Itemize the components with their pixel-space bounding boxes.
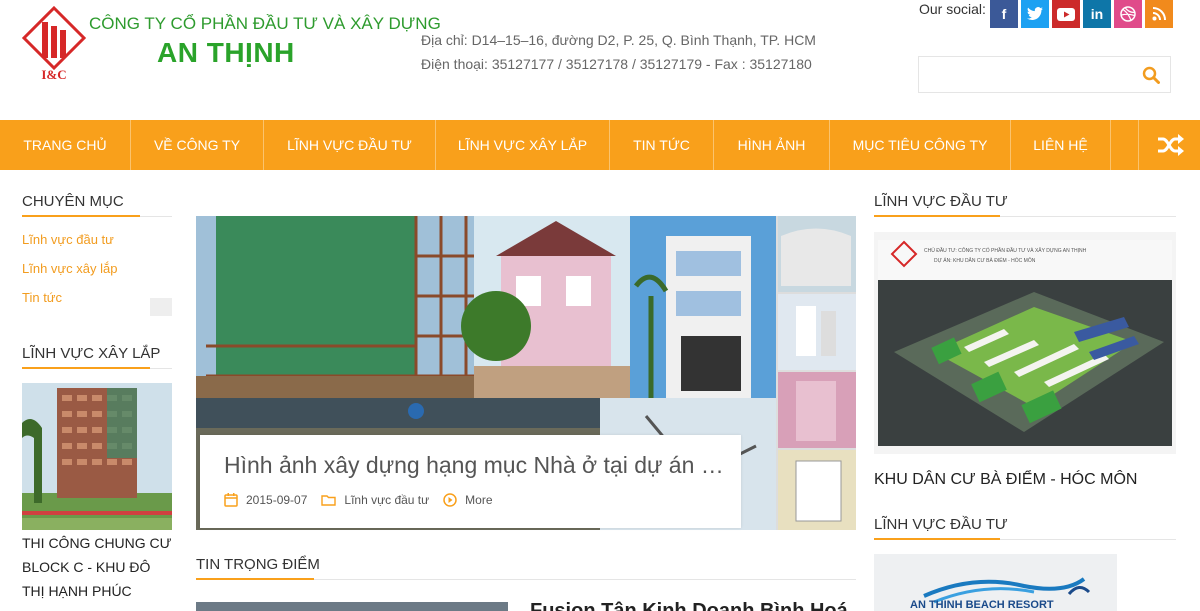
project-image-sub: DỰ ÁN: KHU DÂN CƯ BÀ ĐIỂM - HÓC MÔN xyxy=(934,257,1036,264)
search-input[interactable] xyxy=(919,57,1129,92)
post-meta: 2015-09-07 Lĩnh vực đầu tư More xyxy=(224,493,507,507)
slider-post-title[interactable]: Hình ảnh xây dựng hạng mục Nhà ở tại dự … xyxy=(224,452,724,479)
nav-item-linh-vuc-dau-tu[interactable]: Lĩnh vực đầu tư xyxy=(264,120,436,170)
site-header: I&C CÔNG TY CỔ PHẦN ĐẦU TƯ VÀ XÂY DỰNG A… xyxy=(0,0,1200,120)
linkedin-icon[interactable]: in xyxy=(1083,0,1111,28)
shuffle-icon[interactable] xyxy=(1138,120,1200,170)
xay-lap-post-title[interactable]: THI CÔNG CHUNG CƯ BLOCK C - KHU ĐÔ THỊ H… xyxy=(22,531,172,603)
rss-icon[interactable] xyxy=(1145,0,1173,28)
search-box xyxy=(918,56,1171,93)
post-date-text: 2015-09-07 xyxy=(246,493,308,507)
section-title-linh-vuc-dau-tu: Lĩnh vực đầu tư xyxy=(874,193,1176,217)
nav-item-lien-he[interactable]: Liên hệ xyxy=(1011,120,1111,170)
post-more-link[interactable]: More xyxy=(443,493,493,507)
beach-resort-image[interactable]: AN THINH BEACH RESORT xyxy=(874,554,1117,611)
search-icon[interactable] xyxy=(1142,66,1160,84)
post-category[interactable]: Lĩnh vực đầu tư xyxy=(321,493,429,507)
nav-item-linh-vuc-xay-lap[interactable]: Lĩnh vực xây lắp xyxy=(436,120,610,170)
category-link[interactable]: Lĩnh vực xây lắp xyxy=(22,262,172,291)
folder-icon xyxy=(321,495,337,506)
logo-text: I&C xyxy=(41,67,66,82)
youtube-icon[interactable] xyxy=(1052,0,1080,28)
nav-item-tin-tuc[interactable]: Tin tức xyxy=(610,120,714,170)
nav-item-ve-cong-ty[interactable]: Về công ty xyxy=(131,120,264,170)
social-links: f in xyxy=(990,0,1173,28)
tin-trong-diem-thumbnail[interactable] xyxy=(196,602,508,611)
main-nav: Trang chủ Về công ty Lĩnh vực đầu tư Lĩn… xyxy=(0,120,1200,170)
social-label: Our social: xyxy=(919,1,986,17)
right-sidebar-dau-tu: Lĩnh vực đầu tư xyxy=(874,193,1176,217)
company-name-line1: CÔNG TY CỔ PHẦN ĐẦU TƯ VÀ XÂY DỰNG xyxy=(89,14,441,33)
company-logo[interactable]: I&C xyxy=(21,5,87,82)
post-category-text: Lĩnh vực đầu tư xyxy=(344,493,430,507)
company-address: Địa chỉ: D14–15–16, đường D2, P. 25, Q. … xyxy=(421,32,816,48)
section-title-tin-trong-diem: Tin trọng điểm xyxy=(196,556,856,580)
section-title-linh-vuc-xay-lap: Lĩnh vực xây lắp xyxy=(22,345,172,369)
post-more-text: More xyxy=(465,493,493,507)
dau-tu-project-image[interactable]: CHỦ ĐẦU TƯ: CÔNG TY CỔ PHẦN ĐẦU TƯ VÀ XÂ… xyxy=(874,232,1176,454)
company-name-line2: AN THỊNH xyxy=(157,37,295,68)
facebook-icon[interactable]: f xyxy=(990,0,1018,28)
company-phone: Điện thoại: 35127177 / 35127178 / 351271… xyxy=(421,56,812,72)
section-title-linh-vuc-dau-tu-2: Lĩnh vực đầu tư xyxy=(874,516,1176,540)
scroll-placeholder xyxy=(150,298,172,316)
nav-item-hinh-anh[interactable]: Hình ảnh xyxy=(714,120,830,170)
left-sidebar-xay-lap: Lĩnh vực xây lắp xyxy=(22,345,172,369)
tin-trong-diem-headline[interactable]: Fusion Tân Kinh Doanh Bình Hoá xyxy=(530,600,848,611)
dribbble-icon[interactable] xyxy=(1114,0,1142,28)
twitter-icon[interactable] xyxy=(1021,0,1049,28)
right-sidebar-dau-tu-2: Lĩnh vực đầu tư xyxy=(874,516,1176,540)
nav-item-trang-chu[interactable]: Trang chủ xyxy=(0,120,131,170)
calendar-icon xyxy=(224,493,238,507)
post-date: 2015-09-07 xyxy=(224,493,307,507)
section-title-chuyen-muc: Chuyên mục xyxy=(22,193,172,217)
nav-item-muc-tieu[interactable]: Mục tiêu công ty xyxy=(830,120,1011,170)
arrow-circle-icon xyxy=(443,493,457,507)
category-link[interactable]: Lĩnh vực đầu tư xyxy=(22,233,172,262)
beach-resort-text: AN THINH BEACH RESORT xyxy=(910,599,1054,611)
dau-tu-post-title[interactable]: KHU DÂN CƯ BÀ ĐIỂM - HÓC MÔN xyxy=(874,471,1137,489)
project-image-header: CHỦ ĐẦU TƯ: CÔNG TY CỔ PHẦN ĐẦU TƯ VÀ XÂ… xyxy=(924,247,1087,254)
tin-trong-diem-section: Tin trọng điểm xyxy=(196,556,856,580)
slider-caption: Hình ảnh xây dựng hạng mục Nhà ở tại dự … xyxy=(200,435,741,528)
xay-lap-thumbnail[interactable] xyxy=(22,383,172,530)
